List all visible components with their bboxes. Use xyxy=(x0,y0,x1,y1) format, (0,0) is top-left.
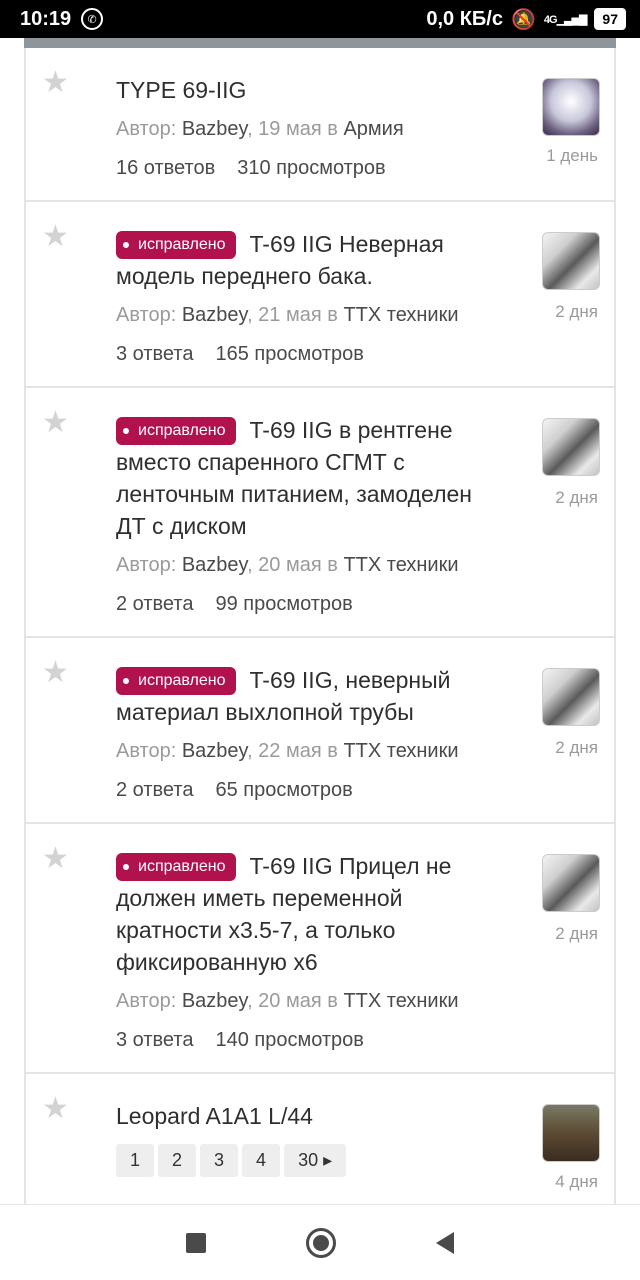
author-link[interactable]: Bazbey xyxy=(182,554,247,576)
fixed-badge: исправлено xyxy=(116,417,236,445)
avatar[interactable] xyxy=(542,854,600,912)
star-icon[interactable]: ★ xyxy=(42,222,69,252)
avatar[interactable] xyxy=(542,78,600,136)
topic-meta: Автор: Bazbey, 21 мая в ТТХ техники xyxy=(116,304,459,326)
topic-title[interactable]: исправлено T-69 IIG Прицел не должен имет… xyxy=(116,850,494,978)
topic-meta: Автор: Bazbey, 22 мая в ТТХ техники xyxy=(116,740,459,762)
section-header-bar xyxy=(24,38,616,48)
topic-stats: 3 ответа 140 просмотров xyxy=(116,1029,364,1051)
topic-row[interactable]: ★ исправлено T-69 IIG, неверный материал … xyxy=(26,638,614,824)
author-link[interactable]: Bazbey xyxy=(182,740,247,762)
topic-stats: 3 ответа 165 просмотров xyxy=(116,343,364,365)
topic-title[interactable]: Leopard A1A1 L/44 xyxy=(116,1100,494,1132)
topic-row[interactable]: ★ TYPE 69-IIG Автор: Bazbey, 19 мая в Ар… xyxy=(26,48,614,202)
last-post-time: 2 дня xyxy=(555,488,598,507)
topic-row[interactable]: ★ исправлено T-69 IIG Неверная модель пер… xyxy=(26,202,614,388)
topic-meta: Автор: Bazbey, 20 мая в ТТХ техники xyxy=(116,990,459,1012)
last-post-time: 4 дня xyxy=(555,1172,598,1191)
page-link[interactable]: 1 xyxy=(116,1144,155,1177)
topic-row[interactable]: ★ исправлено T-69 IIG Прицел не должен им… xyxy=(26,824,614,1074)
topic-title[interactable]: TYPE 69-IIG xyxy=(116,74,494,106)
topic-stats: 2 ответа 65 просмотров xyxy=(116,779,353,801)
forum-page: ★ TYPE 69-IIG Автор: Bazbey, 19 мая в Ар… xyxy=(0,38,640,1204)
topic-title[interactable]: исправлено T-69 IIG Неверная модель перед… xyxy=(116,228,494,292)
android-nav-bar xyxy=(0,1204,640,1280)
avatar[interactable] xyxy=(542,418,600,476)
star-icon[interactable]: ★ xyxy=(42,1094,69,1124)
last-page-link[interactable]: 30 ▸ xyxy=(284,1144,347,1177)
topic-row[interactable]: ★ исправлено T-69 IIG в рентгене вместо с… xyxy=(26,388,614,638)
battery-icon: 97 xyxy=(594,8,626,30)
forum-link[interactable]: Армия xyxy=(343,118,403,140)
last-post-time: 2 дня xyxy=(555,924,598,943)
star-icon[interactable]: ★ xyxy=(42,844,69,874)
avatar[interactable] xyxy=(542,232,600,290)
page-link[interactable]: 3 xyxy=(200,1144,239,1177)
avatar[interactable] xyxy=(542,1104,600,1162)
topic-meta: Автор: Bazbey, 19 мая в Армия xyxy=(116,118,404,140)
author-link[interactable]: Bazbey xyxy=(182,118,247,140)
forum-link[interactable]: ТТХ техники xyxy=(343,304,458,326)
forum-link[interactable]: ТТХ техники xyxy=(343,990,458,1012)
topic-row[interactable]: ★ Leopard A1A1 L/44 1 2 3 4 30 ▸ 4 дня xyxy=(26,1074,614,1197)
fixed-badge: исправлено xyxy=(116,231,236,259)
forum-link[interactable]: ТТХ техники xyxy=(343,740,458,762)
last-post-time: 2 дня xyxy=(555,738,598,757)
last-post-time: 1 день xyxy=(546,146,598,165)
square-icon[interactable] xyxy=(186,1232,206,1253)
author-link[interactable]: Bazbey xyxy=(182,990,247,1012)
last-post-time: 2 дня xyxy=(555,302,598,321)
network-speed: 0,0 КБ/с xyxy=(426,7,503,30)
circle-icon[interactable] xyxy=(306,1227,336,1258)
page-link[interactable]: 4 xyxy=(242,1144,281,1177)
status-time: 10:19 xyxy=(20,7,72,30)
avatar[interactable] xyxy=(542,668,600,726)
topic-list: ★ TYPE 69-IIG Автор: Bazbey, 19 мая в Ар… xyxy=(26,48,614,1197)
back-triangle-icon[interactable] xyxy=(436,1231,454,1254)
whatsapp-icon: ✆ xyxy=(81,8,104,30)
fixed-badge: исправлено xyxy=(116,667,236,695)
mute-icon: 🔕 xyxy=(510,8,536,31)
fixed-badge: исправлено xyxy=(116,853,236,881)
status-bar: 10:19 ✆ 0,0 КБ/с 🔕 4G▁▃▅▇ 97 xyxy=(0,0,640,38)
signal-icon: 4G▁▃▅▇ xyxy=(543,13,588,26)
topic-stats: 16 ответов 310 просмотров xyxy=(116,157,386,179)
topic-pagination: 1 2 3 4 30 ▸ xyxy=(116,1144,494,1177)
topic-meta: Автор: Bazbey, 20 мая в ТТХ техники xyxy=(116,554,459,576)
forum-link[interactable]: ТТХ техники xyxy=(343,554,458,576)
star-icon[interactable]: ★ xyxy=(42,658,69,688)
topic-title[interactable]: исправлено T-69 IIG, неверный материал вы… xyxy=(116,664,494,728)
star-icon[interactable]: ★ xyxy=(42,408,69,438)
author-link[interactable]: Bazbey xyxy=(182,304,247,326)
topic-title[interactable]: исправлено T-69 IIG в рентгене вместо спа… xyxy=(116,414,494,542)
page-link[interactable]: 2 xyxy=(158,1144,197,1177)
star-icon[interactable]: ★ xyxy=(42,68,69,98)
topic-stats: 2 ответа 99 просмотров xyxy=(116,593,353,615)
